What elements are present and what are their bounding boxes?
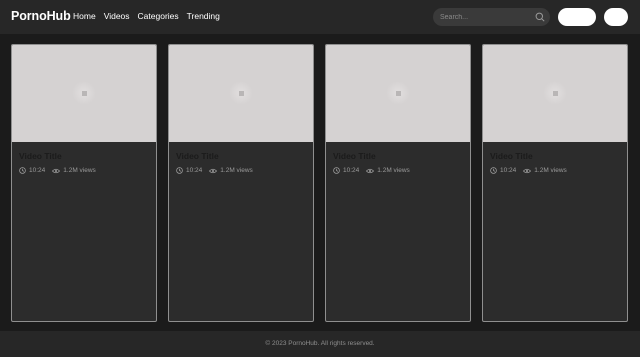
eye-icon xyxy=(52,168,61,173)
video-card[interactable]: Video Title 10:24 1.2M views xyxy=(325,44,471,322)
play-dot-icon xyxy=(396,91,401,96)
search-icon[interactable] xyxy=(535,12,545,22)
video-views: 1.2M views xyxy=(220,167,253,174)
eye-icon xyxy=(523,168,532,173)
video-duration: 10:24 xyxy=(186,167,203,174)
nav-home[interactable]: Home xyxy=(73,11,96,21)
video-title[interactable]: Video Title xyxy=(490,151,533,161)
video-title[interactable]: Video Title xyxy=(19,151,62,161)
login-button[interactable] xyxy=(558,8,596,26)
video-card[interactable]: Video Title 10:24 1.2M views xyxy=(11,44,157,322)
video-thumbnail[interactable] xyxy=(326,45,470,142)
clock-icon xyxy=(333,167,340,174)
play-dot-icon xyxy=(82,91,87,96)
video-card[interactable]: Video Title 10:24 1.2M views xyxy=(482,44,628,322)
footer-copyright: © 2023 PornoHub. All rights reserved. xyxy=(265,340,375,347)
video-meta: 10:24 1.2M views xyxy=(176,167,253,174)
page-footer: © 2023 PornoHub. All rights reserved. xyxy=(0,331,640,357)
video-views: 1.2M views xyxy=(377,167,410,174)
top-header: PornoHub Home Videos Categories Trending xyxy=(0,0,640,34)
video-meta: 10:24 1.2M views xyxy=(19,167,96,174)
video-meta: 10:24 1.2M views xyxy=(333,167,410,174)
nav-categories[interactable]: Categories xyxy=(138,11,179,21)
nav-videos[interactable]: Videos xyxy=(104,11,130,21)
clock-icon xyxy=(19,167,26,174)
video-views: 1.2M views xyxy=(63,167,96,174)
clock-icon xyxy=(176,167,183,174)
main-nav: Home Videos Categories Trending xyxy=(73,11,220,21)
eye-icon xyxy=(366,168,375,173)
video-title[interactable]: Video Title xyxy=(333,151,376,161)
video-views: 1.2M views xyxy=(534,167,567,174)
play-dot-icon xyxy=(239,91,244,96)
signup-button[interactable] xyxy=(604,8,628,26)
eye-icon xyxy=(209,168,218,173)
video-thumbnail[interactable] xyxy=(169,45,313,142)
video-card[interactable]: Video Title 10:24 1.2M views xyxy=(168,44,314,322)
video-thumbnail[interactable] xyxy=(12,45,156,142)
search-box xyxy=(433,8,550,26)
nav-trending[interactable]: Trending xyxy=(187,11,220,21)
site-logo[interactable]: PornoHub xyxy=(11,9,71,23)
video-title[interactable]: Video Title xyxy=(176,151,219,161)
video-duration: 10:24 xyxy=(500,167,517,174)
video-duration: 10:24 xyxy=(29,167,46,174)
play-dot-icon xyxy=(553,91,558,96)
video-meta: 10:24 1.2M views xyxy=(490,167,567,174)
video-grid: Video Title 10:24 1.2M views Video Title xyxy=(0,34,640,331)
video-duration: 10:24 xyxy=(343,167,360,174)
clock-icon xyxy=(490,167,497,174)
video-thumbnail[interactable] xyxy=(483,45,627,142)
search-input[interactable] xyxy=(440,11,528,23)
